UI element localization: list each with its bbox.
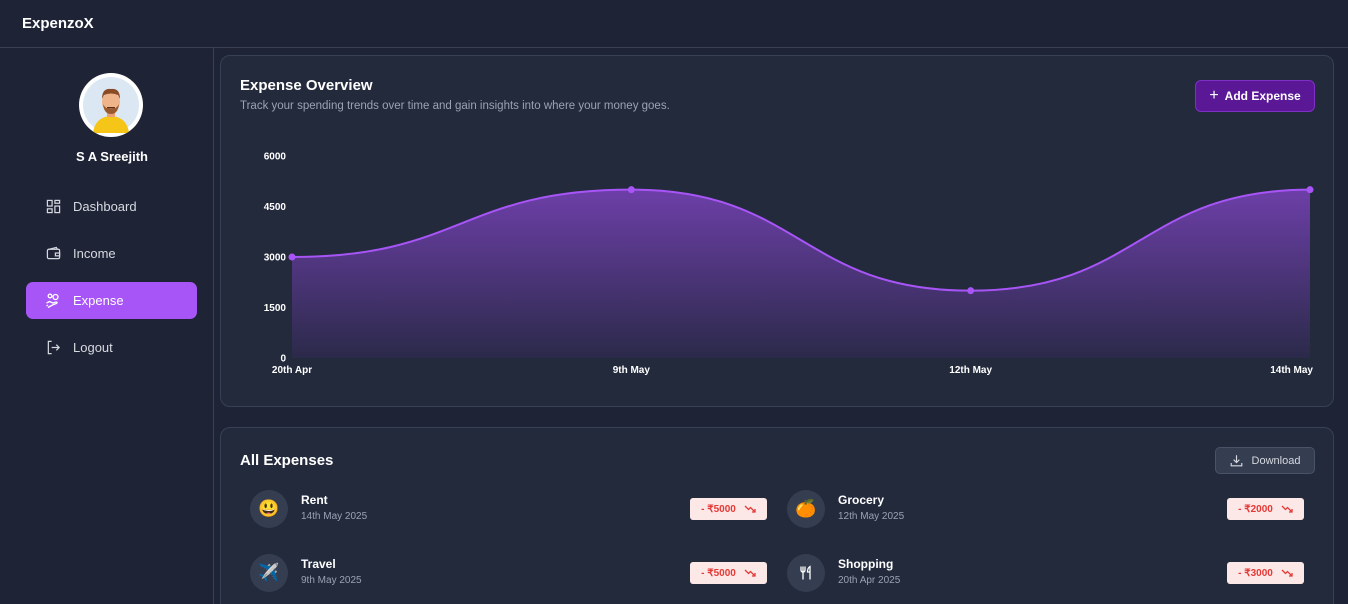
expense-overview-card: Expense Overview Track your spending tre… [220, 55, 1334, 407]
expense-area-chart: 0 1500 3000 4500 6000 20th Apr 9th May 12th May… [264, 152, 1314, 376]
chart-data-point[interactable] [967, 287, 975, 295]
chart-data-point[interactable] [627, 186, 635, 194]
all-expenses-card: All Expenses Download 😃 Rent 14th May 20… [220, 427, 1334, 604]
sidebar-item-label: Income [73, 246, 116, 261]
expense-item-grocery[interactable]: 🍊 Grocery 12th May 2025 - ₹2000 [778, 489, 1304, 533]
x-tick-label: 9th May [613, 365, 651, 376]
trending-down-icon [1281, 568, 1293, 578]
y-tick-label: 6000 [264, 152, 287, 163]
sidebar-item-label: Expense [73, 293, 124, 308]
username: S A Sreejith [75, 149, 148, 164]
expense-amount: - ₹2000 [1238, 503, 1273, 515]
expense-amount: - ₹5000 [701, 503, 736, 515]
logout-icon [45, 340, 61, 356]
expense-item-rent[interactable]: 😃 Rent 14th May 2025 - ₹5000 [241, 489, 767, 533]
expense-amount-badge: - ₹3000 [1227, 562, 1304, 584]
expense-date: 12th May 2025 [838, 511, 905, 522]
expense-date: 20th Apr 2025 [838, 575, 901, 586]
trending-down-icon [1281, 504, 1293, 514]
download-icon [1230, 454, 1243, 467]
trending-down-icon [744, 504, 756, 514]
chart-area-fill [292, 189, 1310, 358]
sidebar-item-income[interactable]: Income [26, 235, 197, 272]
emoji-smile-icon: 😃 [250, 490, 288, 528]
wallet-icon [45, 246, 61, 262]
sidebar-item-label: Dashboard [73, 199, 137, 214]
emoji-orange-icon: 🍊 [787, 490, 825, 528]
download-button[interactable]: Download [1215, 447, 1315, 474]
y-tick-label: 1500 [264, 303, 287, 314]
expense-amount-badge: - ₹5000 [690, 562, 767, 584]
sidebar-item-label: Logout [73, 340, 113, 355]
emoji-airplane-icon: ✈️ [250, 554, 288, 592]
expense-amount: - ₹3000 [1238, 567, 1273, 579]
y-tick-label: 4500 [264, 202, 287, 213]
x-tick-label: 20th Apr [272, 365, 312, 376]
y-tick-label: 0 [280, 354, 286, 365]
y-tick-label: 3000 [264, 253, 287, 264]
utensils-icon [787, 554, 825, 592]
chart-data-point[interactable] [1306, 186, 1314, 194]
app-title: ExpenzoX [22, 15, 94, 32]
expenses-title: All Expenses [240, 452, 334, 469]
trending-down-icon [744, 568, 756, 578]
chart-data-point[interactable] [288, 253, 296, 261]
x-tick-label: 14th May [1270, 365, 1313, 376]
sidebar-item-dashboard[interactable]: Dashboard [26, 188, 197, 225]
sidebar: S A Sreejith Dashboard Income Expense Lo… [0, 48, 214, 604]
sidebar-item-expense[interactable]: Expense [26, 282, 197, 319]
x-tick-label: 12th May [949, 365, 992, 376]
sidebar-item-logout[interactable]: Logout [26, 329, 197, 366]
top-bar: ExpenzoX [0, 0, 1348, 48]
expense-amount: - ₹5000 [701, 567, 736, 579]
expense-item-shopping[interactable]: Shopping 20th Apr 2025 - ₹3000 [778, 553, 1304, 597]
expense-name: Shopping [838, 557, 894, 571]
user-avatar-icon[interactable] [79, 73, 143, 137]
expense-name: Travel [301, 557, 336, 571]
expense-amount-badge: - ₹2000 [1227, 498, 1304, 520]
expense-name: Rent [301, 493, 328, 507]
download-label: Download [1251, 454, 1301, 467]
expense-amount-badge: - ₹5000 [690, 498, 767, 520]
expense-date: 14th May 2025 [301, 511, 368, 522]
expense-item-travel[interactable]: ✈️ Travel 9th May 2025 - ₹5000 [241, 553, 767, 597]
expense-name: Grocery [838, 493, 885, 507]
hand-coins-icon [45, 293, 61, 309]
expense-date: 9th May 2025 [301, 575, 362, 586]
dashboard-icon [45, 199, 61, 215]
